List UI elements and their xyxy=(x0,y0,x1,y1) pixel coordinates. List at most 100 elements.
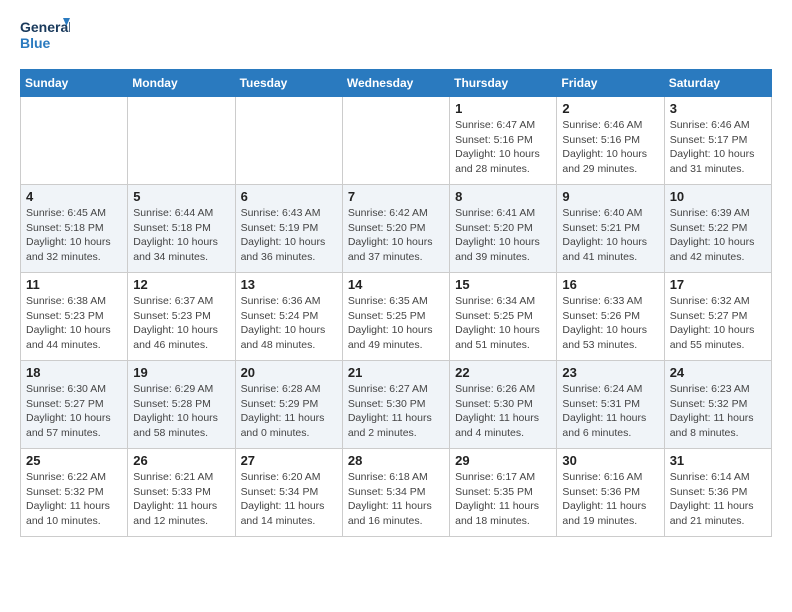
day-number: 16 xyxy=(562,277,658,292)
calendar-cell: 16 Sunrise: 6:33 AMSunset: 5:26 PMDayligh… xyxy=(557,273,664,361)
day-info: Sunrise: 6:29 AMSunset: 5:28 PMDaylight:… xyxy=(133,382,229,441)
day-info: Sunrise: 6:26 AMSunset: 5:30 PMDaylight:… xyxy=(455,382,551,441)
day-number: 4 xyxy=(26,189,122,204)
calendar-cell: 12 Sunrise: 6:37 AMSunset: 5:23 PMDayligh… xyxy=(128,273,235,361)
calendar-header: SundayMondayTuesdayWednesdayThursdayFrid… xyxy=(21,70,772,97)
svg-text:Blue: Blue xyxy=(20,35,51,51)
day-info: Sunrise: 6:30 AMSunset: 5:27 PMDaylight:… xyxy=(26,382,122,441)
day-info: Sunrise: 6:36 AMSunset: 5:24 PMDaylight:… xyxy=(241,294,337,353)
day-info: Sunrise: 6:20 AMSunset: 5:34 PMDaylight:… xyxy=(241,470,337,529)
calendar-cell: 13 Sunrise: 6:36 AMSunset: 5:24 PMDayligh… xyxy=(235,273,342,361)
day-info: Sunrise: 6:22 AMSunset: 5:32 PMDaylight:… xyxy=(26,470,122,529)
day-number: 13 xyxy=(241,277,337,292)
day-number: 3 xyxy=(670,101,766,116)
calendar-cell: 30 Sunrise: 6:16 AMSunset: 5:36 PMDayligh… xyxy=(557,449,664,537)
day-info: Sunrise: 6:38 AMSunset: 5:23 PMDaylight:… xyxy=(26,294,122,353)
day-number: 7 xyxy=(348,189,444,204)
svg-text:General: General xyxy=(20,19,70,35)
day-info: Sunrise: 6:24 AMSunset: 5:31 PMDaylight:… xyxy=(562,382,658,441)
calendar-cell: 15 Sunrise: 6:34 AMSunset: 5:25 PMDayligh… xyxy=(450,273,557,361)
day-info: Sunrise: 6:42 AMSunset: 5:20 PMDaylight:… xyxy=(348,206,444,265)
calendar-cell: 4 Sunrise: 6:45 AMSunset: 5:18 PMDaylight… xyxy=(21,185,128,273)
day-info: Sunrise: 6:14 AMSunset: 5:36 PMDaylight:… xyxy=(670,470,766,529)
logo: General Blue xyxy=(20,16,70,61)
day-number: 19 xyxy=(133,365,229,380)
calendar-cell: 9Sunrise: 6:40 AMSunset: 5:21 PMDaylight… xyxy=(557,185,664,273)
calendar-cell: 10 Sunrise: 6:39 AMSunset: 5:22 PMDayligh… xyxy=(664,185,771,273)
calendar-cell: 22 Sunrise: 6:26 AMSunset: 5:30 PMDayligh… xyxy=(450,361,557,449)
day-number: 22 xyxy=(455,365,551,380)
calendar-cell: 25Sunrise: 6:22 AMSunset: 5:32 PMDayligh… xyxy=(21,449,128,537)
day-info: Sunrise: 6:35 AMSunset: 5:25 PMDaylight:… xyxy=(348,294,444,353)
weekday-header: Monday xyxy=(128,70,235,97)
calendar-cell: 5 Sunrise: 6:44 AMSunset: 5:18 PMDaylight… xyxy=(128,185,235,273)
calendar-cell: 23Sunrise: 6:24 AMSunset: 5:31 PMDayligh… xyxy=(557,361,664,449)
day-info: Sunrise: 6:37 AMSunset: 5:23 PMDaylight:… xyxy=(133,294,229,353)
calendar-cell xyxy=(342,97,449,185)
day-number: 8 xyxy=(455,189,551,204)
day-number: 26 xyxy=(133,453,229,468)
day-number: 14 xyxy=(348,277,444,292)
day-info: Sunrise: 6:45 AMSunset: 5:18 PMDaylight:… xyxy=(26,206,122,265)
day-info: Sunrise: 6:23 AMSunset: 5:32 PMDaylight:… xyxy=(670,382,766,441)
day-number: 10 xyxy=(670,189,766,204)
calendar-cell: 29 Sunrise: 6:17 AMSunset: 5:35 PMDayligh… xyxy=(450,449,557,537)
day-info: Sunrise: 6:46 AMSunset: 5:17 PMDaylight:… xyxy=(670,118,766,177)
calendar-cell: 20 Sunrise: 6:28 AMSunset: 5:29 PMDayligh… xyxy=(235,361,342,449)
calendar-cell: 28Sunrise: 6:18 AMSunset: 5:34 PMDayligh… xyxy=(342,449,449,537)
day-number: 11 xyxy=(26,277,122,292)
weekday-header: Friday xyxy=(557,70,664,97)
calendar-cell: 27 Sunrise: 6:20 AMSunset: 5:34 PMDayligh… xyxy=(235,449,342,537)
weekday-header: Tuesday xyxy=(235,70,342,97)
day-info: Sunrise: 6:34 AMSunset: 5:25 PMDaylight:… xyxy=(455,294,551,353)
day-number: 20 xyxy=(241,365,337,380)
calendar-cell: 1 Sunrise: 6:47 AMSunset: 5:16 PMDaylight… xyxy=(450,97,557,185)
calendar-cell: 14 Sunrise: 6:35 AMSunset: 5:25 PMDayligh… xyxy=(342,273,449,361)
day-number: 5 xyxy=(133,189,229,204)
calendar-cell: 21 Sunrise: 6:27 AMSunset: 5:30 PMDayligh… xyxy=(342,361,449,449)
day-number: 15 xyxy=(455,277,551,292)
calendar-cell: 11 Sunrise: 6:38 AMSunset: 5:23 PMDayligh… xyxy=(21,273,128,361)
day-info: Sunrise: 6:28 AMSunset: 5:29 PMDaylight:… xyxy=(241,382,337,441)
day-info: Sunrise: 6:47 AMSunset: 5:16 PMDaylight:… xyxy=(455,118,551,177)
day-number: 6 xyxy=(241,189,337,204)
day-number: 27 xyxy=(241,453,337,468)
day-number: 30 xyxy=(562,453,658,468)
day-info: Sunrise: 6:18 AMSunset: 5:34 PMDaylight:… xyxy=(348,470,444,529)
day-info: Sunrise: 6:17 AMSunset: 5:35 PMDaylight:… xyxy=(455,470,551,529)
calendar-table: SundayMondayTuesdayWednesdayThursdayFrid… xyxy=(20,69,772,537)
weekday-header: Wednesday xyxy=(342,70,449,97)
calendar-cell xyxy=(128,97,235,185)
logo-svg: General Blue xyxy=(20,16,70,61)
calendar-cell: 2Sunrise: 6:46 AMSunset: 5:16 PMDaylight… xyxy=(557,97,664,185)
calendar-cell: 6 Sunrise: 6:43 AMSunset: 5:19 PMDaylight… xyxy=(235,185,342,273)
weekday-header: Saturday xyxy=(664,70,771,97)
calendar-cell: 7 Sunrise: 6:42 AMSunset: 5:20 PMDaylight… xyxy=(342,185,449,273)
calendar-cell: 18Sunrise: 6:30 AMSunset: 5:27 PMDayligh… xyxy=(21,361,128,449)
calendar-cell: 8 Sunrise: 6:41 AMSunset: 5:20 PMDaylight… xyxy=(450,185,557,273)
day-info: Sunrise: 6:16 AMSunset: 5:36 PMDaylight:… xyxy=(562,470,658,529)
day-info: Sunrise: 6:39 AMSunset: 5:22 PMDaylight:… xyxy=(670,206,766,265)
day-number: 2 xyxy=(562,101,658,116)
day-number: 21 xyxy=(348,365,444,380)
day-info: Sunrise: 6:43 AMSunset: 5:19 PMDaylight:… xyxy=(241,206,337,265)
weekday-header: Thursday xyxy=(450,70,557,97)
day-info: Sunrise: 6:41 AMSunset: 5:20 PMDaylight:… xyxy=(455,206,551,265)
day-number: 1 xyxy=(455,101,551,116)
calendar-cell: 24Sunrise: 6:23 AMSunset: 5:32 PMDayligh… xyxy=(664,361,771,449)
calendar-cell: 17Sunrise: 6:32 AMSunset: 5:27 PMDayligh… xyxy=(664,273,771,361)
calendar-cell: 19 Sunrise: 6:29 AMSunset: 5:28 PMDayligh… xyxy=(128,361,235,449)
day-number: 29 xyxy=(455,453,551,468)
day-number: 12 xyxy=(133,277,229,292)
day-info: Sunrise: 6:33 AMSunset: 5:26 PMDaylight:… xyxy=(562,294,658,353)
day-info: Sunrise: 6:44 AMSunset: 5:18 PMDaylight:… xyxy=(133,206,229,265)
day-number: 17 xyxy=(670,277,766,292)
header: General Blue xyxy=(20,16,772,61)
calendar-cell xyxy=(21,97,128,185)
calendar-cell: 31 Sunrise: 6:14 AMSunset: 5:36 PMDayligh… xyxy=(664,449,771,537)
weekday-header: Sunday xyxy=(21,70,128,97)
day-number: 31 xyxy=(670,453,766,468)
day-info: Sunrise: 6:21 AMSunset: 5:33 PMDaylight:… xyxy=(133,470,229,529)
calendar-cell: 3 Sunrise: 6:46 AMSunset: 5:17 PMDaylight… xyxy=(664,97,771,185)
day-info: Sunrise: 6:27 AMSunset: 5:30 PMDaylight:… xyxy=(348,382,444,441)
